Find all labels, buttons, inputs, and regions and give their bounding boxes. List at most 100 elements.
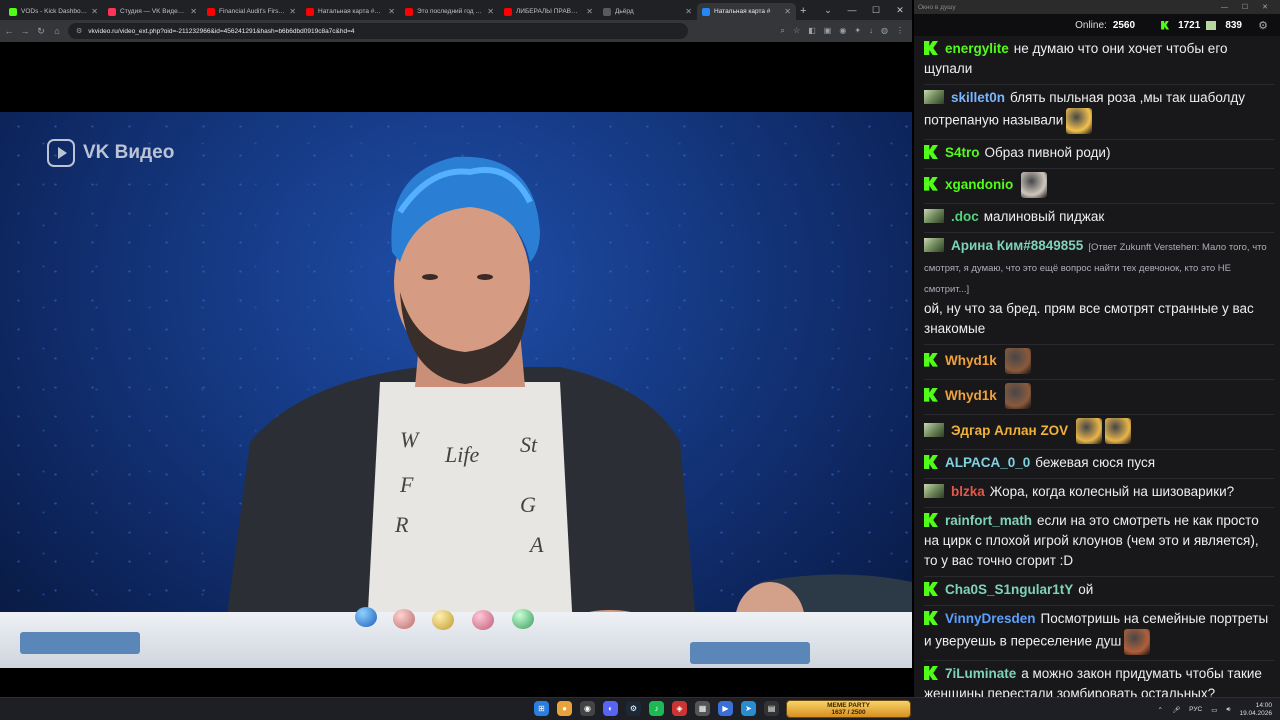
download-icon[interactable]: ↓ xyxy=(869,26,873,36)
chat-message: energylite не думаю что они хочет чтобы е… xyxy=(924,36,1274,85)
chat-message: ALPACA_0_0 бежевая сюся пуся xyxy=(924,450,1274,479)
twitch-badge-icon xyxy=(924,209,944,223)
chat-message-text: ой xyxy=(1078,582,1094,597)
settings-gear-icon[interactable]: ⚙ xyxy=(1258,19,1268,32)
chat-message: Whyd1k xyxy=(924,345,1274,380)
clock[interactable]: 14:00 19.04.2026 xyxy=(1239,702,1272,718)
chat-emote-icon xyxy=(1124,629,1151,655)
browser-tab[interactable]: ЛИБЕРАЛЫ ПРАВЫ ВО ✕ xyxy=(499,3,598,20)
tab-title: VODs - Kick Dashboard xyxy=(21,8,88,15)
vk-play-logo-icon xyxy=(47,139,75,167)
browser-tab[interactable]: Это последний год Пу ✕ xyxy=(400,3,499,20)
site-info-icon[interactable]: ⚙ xyxy=(76,27,82,35)
extension-icon[interactable]: ◧ xyxy=(808,26,816,36)
browser-tab[interactable]: Натальная карта #58 А ✕ xyxy=(301,3,400,20)
chat-username[interactable]: VinnyDresden xyxy=(945,611,1036,626)
zoom-icon[interactable]: ⌕ xyxy=(781,26,785,36)
bookmark-star-icon[interactable]: ☆ xyxy=(793,26,800,36)
menu-icon[interactable]: ⋮ xyxy=(896,26,904,36)
chat-username[interactable]: rainfort_math xyxy=(945,513,1032,528)
chat-emote-icon xyxy=(1004,348,1031,374)
forward-icon[interactable]: → xyxy=(20,26,30,36)
volume-icon[interactable]: 🔊︎ xyxy=(1226,706,1230,714)
kick-badge-icon xyxy=(924,352,938,367)
telegram-icon[interactable]: ➤ xyxy=(741,701,756,716)
back-icon[interactable]: ← xyxy=(4,26,14,36)
chat-emote-icon xyxy=(1076,418,1103,444)
meme-party-widget[interactable]: MEME PARTY 1637 / 2500 xyxy=(786,700,911,718)
extension-icon[interactable]: ◉ xyxy=(839,26,846,36)
chat-username[interactable]: .doc xyxy=(951,209,979,224)
obs-icon[interactable]: ◉ xyxy=(580,701,595,716)
watermark-text: VK Видео xyxy=(83,142,175,163)
reload-icon[interactable]: ↻ xyxy=(36,26,46,37)
chat-username[interactable]: energylite xyxy=(945,41,1009,56)
browser-tab[interactable]: Студия — VK Видео Live ✕ xyxy=(103,3,202,20)
browser-tab[interactable]: Financial Audit's First R ✕ xyxy=(202,3,301,20)
tab-favicon-icon xyxy=(9,7,17,16)
twitch-icon xyxy=(1206,20,1217,30)
discord-icon[interactable]: ◐ xyxy=(603,701,618,716)
tab-close-icon[interactable]: ✕ xyxy=(784,7,791,16)
address-bar[interactable]: ⚙ vkvideo.ru/video_ext.php?oid=-21123296… xyxy=(68,23,688,39)
chat-username[interactable]: 7iLuminate xyxy=(945,666,1016,681)
microphone-icon[interactable]: 🎤︎ xyxy=(1172,706,1180,714)
tab-close-icon[interactable]: ✕ xyxy=(487,7,494,16)
network-icon[interactable]: ▭ xyxy=(1211,706,1217,714)
tab-close-icon[interactable]: ✕ xyxy=(388,7,395,16)
browser-tab[interactable]: Натальная карта # ✕ xyxy=(697,3,796,20)
chat-username[interactable]: S4tro xyxy=(945,145,980,160)
steam-icon[interactable]: ⚙ xyxy=(626,701,641,716)
tab-close-icon[interactable]: ✕ xyxy=(586,7,593,16)
tab-title: Натальная карта # xyxy=(714,8,771,15)
language-indicator[interactable]: РУС xyxy=(1189,706,1202,713)
tab-close-icon[interactable]: ✕ xyxy=(289,7,296,16)
chevron-up-icon[interactable]: ⌃ xyxy=(1157,706,1162,714)
chrome-icon[interactable]: ● xyxy=(557,701,572,716)
chat-message: Whyd1k xyxy=(924,380,1274,415)
chat-username[interactable]: Эдгар Аллан ZOV xyxy=(951,423,1068,438)
minimize-button[interactable]: — xyxy=(840,0,864,20)
chat-username[interactable]: Арина Ким#8849855 xyxy=(951,238,1083,253)
chat-username[interactable]: blzka xyxy=(951,484,985,499)
crystal-ball xyxy=(432,610,454,630)
kick-icon xyxy=(1161,20,1170,30)
twitch-viewer-count: 839 xyxy=(1225,19,1242,31)
chat-username[interactable]: xgandonio xyxy=(945,177,1013,192)
chat-username[interactable]: Whyd1k xyxy=(945,388,997,403)
browser-tab[interactable]: Дьёрд ✕ xyxy=(598,3,697,20)
svg-text:F: F xyxy=(399,472,414,497)
app-icon[interactable]: ▶ xyxy=(718,701,733,716)
chat-username[interactable]: ALPACA_0_0 xyxy=(945,455,1030,470)
tab-close-icon[interactable]: ✕ xyxy=(91,7,98,16)
app-icon[interactable]: ◈ xyxy=(672,701,687,716)
chat-username[interactable]: Whyd1k xyxy=(945,353,997,368)
browser-tab[interactable]: VODs - Kick Dashboard ✕ xyxy=(4,3,103,20)
kick-badge-icon xyxy=(924,611,938,625)
chat-window-controls[interactable]: — ☐ ✕ xyxy=(1221,3,1280,11)
kick-badge-icon xyxy=(924,455,938,469)
tab-close-icon[interactable]: ✕ xyxy=(685,7,692,16)
kick-badge-icon xyxy=(924,387,938,402)
video-player[interactable]: W Life St FRGA VK Видео xyxy=(0,42,912,697)
app-icon[interactable]: ▦ xyxy=(695,701,710,716)
start-icon[interactable]: ⊞ xyxy=(534,701,549,716)
maximize-button[interactable]: ☐ xyxy=(864,0,888,20)
profile-icon[interactable]: ◍ xyxy=(881,26,888,36)
new-tab-button[interactable]: + xyxy=(800,3,806,20)
puzzle-icon[interactable]: ✦ xyxy=(854,26,861,36)
chat-message-list[interactable]: energylite не думаю что они хочет чтобы е… xyxy=(914,36,1280,697)
video-frame: W Life St FR GA xyxy=(0,112,912,668)
chat-username[interactable]: skillet0n xyxy=(951,90,1005,105)
app-icon[interactable]: ▤ xyxy=(764,701,779,716)
home-icon[interactable]: ⌂ xyxy=(52,26,62,36)
spotify-icon[interactable]: ♪ xyxy=(649,701,664,716)
chat-emote-icon xyxy=(1105,418,1132,444)
chat-username[interactable]: Cha0S_S1ngular1tY xyxy=(945,582,1073,597)
tab-close-icon[interactable]: ✕ xyxy=(190,7,197,16)
desk-tablet xyxy=(20,632,140,654)
extension-icon[interactable]: ▣ xyxy=(824,26,832,36)
tab-search-icon[interactable]: ⌄ xyxy=(816,0,840,20)
system-tray: ⌃ 🎤︎ РУС ▭ 🔊︎ 14:00 19.04.2026 xyxy=(1157,698,1272,720)
close-window-button[interactable]: ✕ xyxy=(888,0,912,20)
